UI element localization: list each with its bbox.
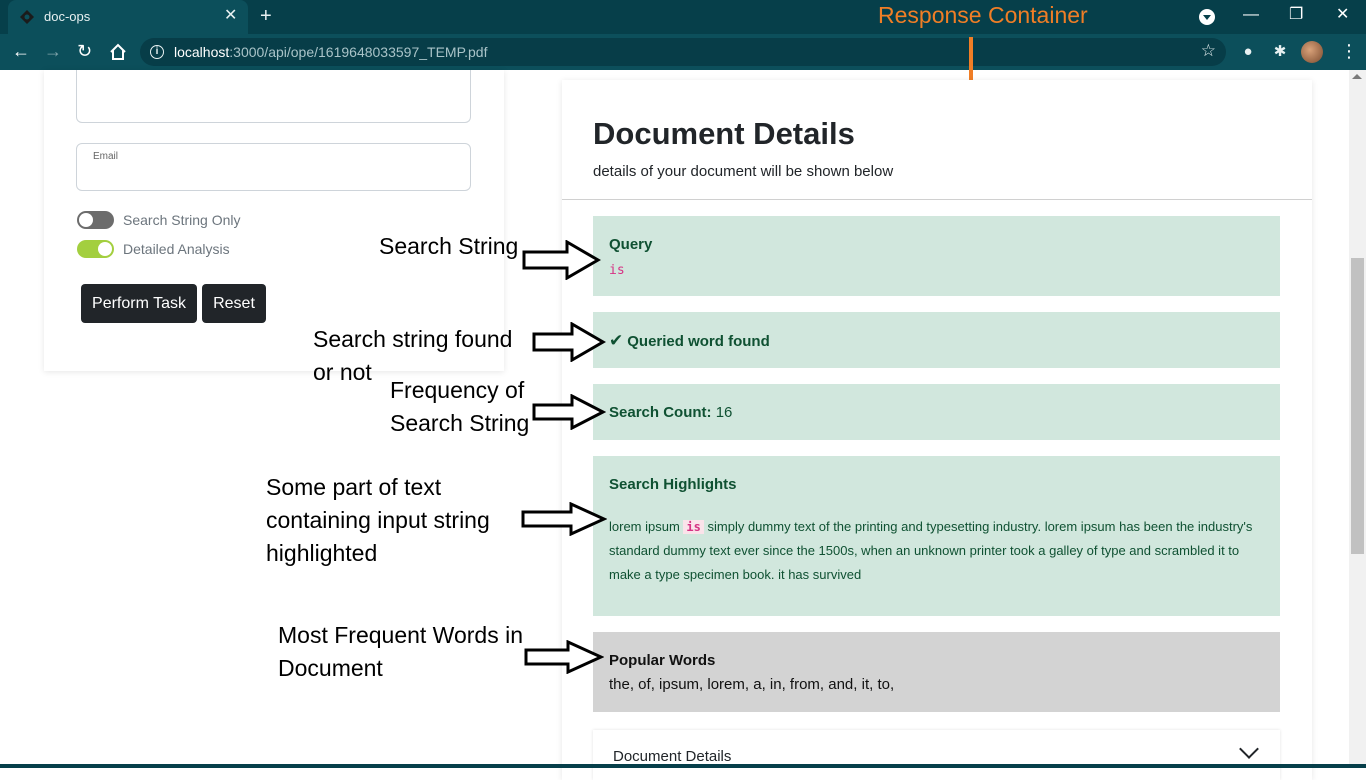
- divider: [562, 199, 1312, 200]
- restore-button[interactable]: ❐: [1289, 6, 1303, 24]
- chevron-down-icon[interactable]: [1239, 739, 1259, 759]
- query-heading: Query: [609, 236, 653, 253]
- response-container: Document Details details of your documen…: [562, 80, 1312, 780]
- check-icon: ✔: [609, 331, 624, 350]
- popular-arrow-icon: [524, 640, 604, 674]
- window-close-button[interactable]: ✕: [1336, 6, 1349, 24]
- document-text-area[interactable]: [76, 70, 471, 123]
- highlighted-word: is: [683, 520, 704, 534]
- perform-task-button[interactable]: Perform Task: [81, 284, 197, 323]
- frequency-annotation-line2: Search String: [390, 410, 530, 436]
- highlight-annotation-line1: Some part of text: [266, 474, 442, 500]
- found-arrow-icon: [532, 322, 606, 362]
- switch-track[interactable]: [77, 211, 114, 229]
- switch-knob: [98, 242, 112, 256]
- new-tab-button[interactable]: +: [260, 6, 272, 26]
- reset-button[interactable]: Reset: [202, 284, 266, 323]
- count-alert: Search Count: 16: [593, 384, 1280, 440]
- popular-words-list: the, of, ipsum, lorem, a, in, from, and,…: [609, 676, 895, 693]
- highlight-text: lorem ipsum is simply dummy text of the …: [609, 519, 1253, 582]
- switch-knob: [79, 213, 93, 227]
- highlight-annotation-line3: highlighted: [266, 540, 378, 566]
- info-icon[interactable]: i: [150, 45, 164, 59]
- popular-words-box: Popular Words the, of, ipsum, lorem, a, …: [593, 632, 1280, 712]
- query-value: is: [609, 263, 625, 278]
- found-annotation-line1: Search string found: [313, 326, 513, 352]
- search-string-arrow-icon: [522, 240, 601, 280]
- url-text: localhost:3000/api/ope/1619648033597_TEM…: [174, 44, 488, 60]
- browser-tab-strip: doc-ops ✕ + Response Container — ❐ ✕: [0, 0, 1366, 34]
- popular-annotation-line1: Most Frequent Words in: [278, 622, 524, 648]
- puzzle-extensions-icon[interactable]: ✱: [1270, 42, 1290, 62]
- query-alert: Query is: [593, 216, 1280, 296]
- search-string-annotation: Search String: [379, 233, 519, 259]
- popular-heading: Popular Words: [609, 652, 716, 669]
- search-count: Search Count: 16: [609, 404, 733, 421]
- page-subtitle: details of your document will be shown b…: [593, 163, 894, 180]
- highlights-alert: Search Highlights lorem ipsum is simply …: [593, 456, 1280, 616]
- found-annotation-line2: or not: [313, 359, 372, 385]
- switch-track[interactable]: [77, 240, 114, 258]
- accordion-label: Document Details: [613, 748, 732, 765]
- taskbar-edge: [0, 764, 1366, 768]
- bookmark-star-icon[interactable]: ☆: [1201, 41, 1216, 61]
- document-details-accordion[interactable]: Document Details: [593, 730, 1280, 780]
- extension-icon[interactable]: ●: [1238, 42, 1258, 62]
- address-bar[interactable]: i localhost:3000/api/ope/1619648033597_T…: [140, 38, 1226, 66]
- scroll-up-icon[interactable]: [1352, 74, 1362, 79]
- browser-toolbar: ← → ↻ i localhost:3000/api/ope/161964803…: [0, 34, 1366, 70]
- found-status: ✔ Queried word found: [609, 331, 770, 350]
- tab-title: doc-ops: [44, 9, 91, 24]
- app-favicon-icon: [20, 10, 34, 24]
- highlight-arrow-icon: [521, 502, 607, 536]
- home-icon[interactable]: [109, 43, 127, 61]
- email-field[interactable]: Email: [76, 143, 471, 191]
- reload-icon[interactable]: ↻: [77, 41, 92, 61]
- scrollbar-thumb[interactable]: [1351, 258, 1364, 554]
- back-arrow-icon[interactable]: ←: [12, 41, 30, 61]
- close-tab-icon[interactable]: ✕: [224, 7, 237, 25]
- minimize-button[interactable]: —: [1243, 6, 1259, 24]
- menu-kebab-icon[interactable]: ⋮: [1340, 40, 1358, 62]
- toggle-label: Detailed Analysis: [123, 241, 230, 257]
- highlight-annotation-line2: containing input string: [266, 507, 490, 533]
- frequency-arrow-icon: [532, 394, 606, 430]
- tab-search-icon[interactable]: [1199, 9, 1215, 25]
- forward-arrow-icon[interactable]: →: [44, 41, 62, 61]
- frequency-annotation-line1: Frequency of: [390, 377, 525, 403]
- highlights-heading: Search Highlights: [609, 476, 737, 493]
- found-alert: ✔ Queried word found: [593, 312, 1280, 368]
- toggle-label: Search String Only: [123, 212, 241, 228]
- email-label: Email: [93, 151, 119, 162]
- browser-tab[interactable]: doc-ops ✕: [8, 0, 248, 34]
- page-title: Document Details: [593, 116, 855, 151]
- profile-avatar[interactable]: [1301, 41, 1323, 63]
- popular-annotation-line2: Document: [278, 655, 383, 681]
- response-container-annotation: Response Container: [878, 2, 1088, 28]
